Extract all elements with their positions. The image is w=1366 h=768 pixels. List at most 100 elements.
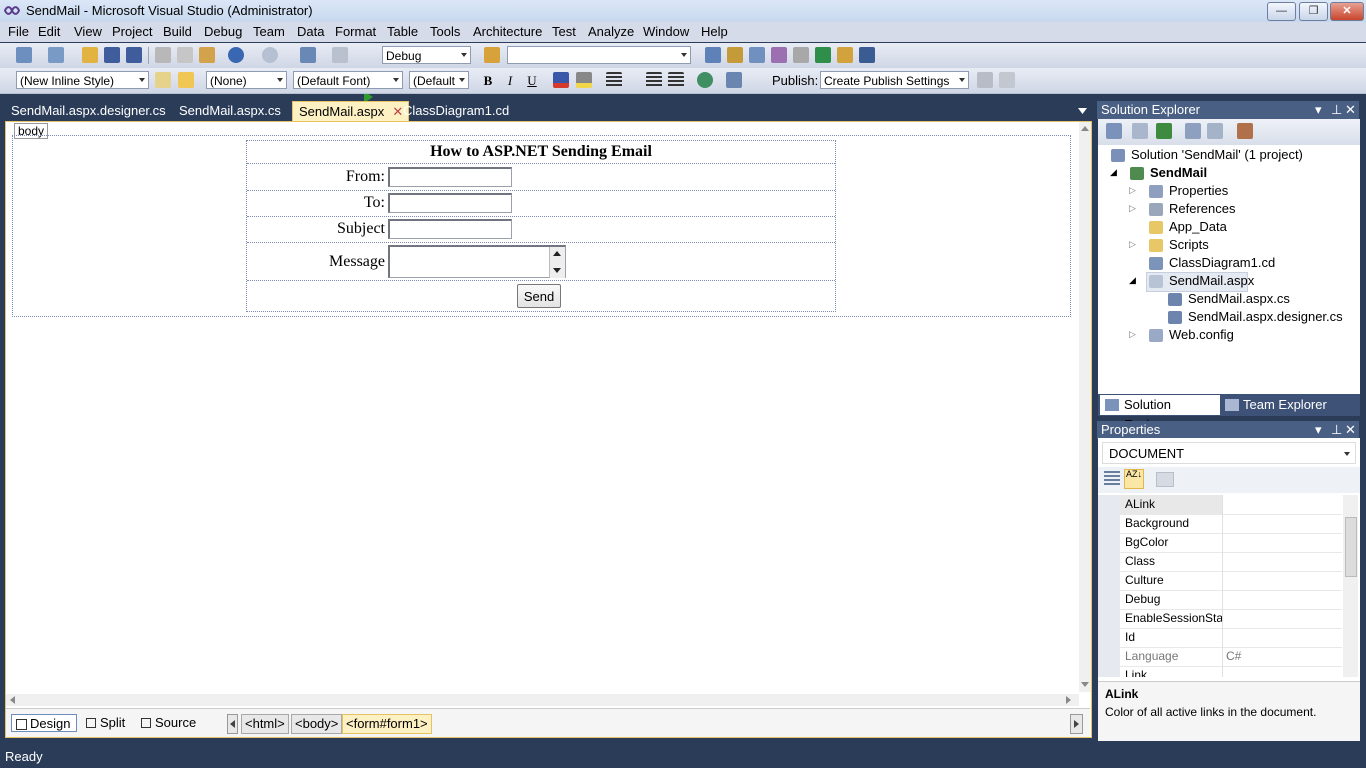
close-panel-icon[interactable]: ✕ <box>1345 101 1356 119</box>
tree-classdiagram[interactable]: ClassDiagram1.cd <box>1169 255 1275 270</box>
minimize-button[interactable]: — <box>1267 2 1296 21</box>
show-all-files-icon[interactable] <box>1132 123 1148 139</box>
pin-icon[interactable]: ⊥ <box>1331 101 1342 119</box>
extension-manager-icon[interactable] <box>793 47 809 63</box>
menu-build[interactable]: Build <box>163 24 192 39</box>
crumb-scroll-left[interactable] <box>227 714 238 734</box>
property-row[interactable]: Id <box>1098 628 1342 648</box>
property-row[interactable]: Link <box>1098 666 1342 677</box>
properties-icon[interactable] <box>1106 123 1122 139</box>
categorized-icon[interactable] <box>1104 471 1120 487</box>
hyperlink-icon[interactable] <box>697 72 713 88</box>
font-color-icon[interactable] <box>553 72 569 88</box>
subject-input[interactable] <box>388 219 512 239</box>
panel-dropdown-icon[interactable]: ▾ <box>1315 101 1322 119</box>
editor-horizontal-scrollbar[interactable] <box>6 694 1079 706</box>
menu-edit[interactable]: Edit <box>38 24 60 39</box>
tab-dropdown-icon[interactable] <box>1078 108 1087 114</box>
tab-classdiagram[interactable]: ClassDiagram1.cd <box>397 101 515 121</box>
menu-table[interactable]: Table <box>387 24 418 39</box>
menu-project[interactable]: Project <box>112 24 152 39</box>
object-selector-combo[interactable]: DOCUMENT <box>1102 442 1356 464</box>
scroll-up-icon[interactable] <box>1081 126 1089 131</box>
tab-team-explorer[interactable]: Team Explorer <box>1222 395 1352 415</box>
menu-window[interactable]: Window <box>643 24 689 39</box>
crumb-html[interactable]: <html> <box>241 714 289 734</box>
tree-app-data[interactable]: App_Data <box>1169 219 1227 234</box>
font-size-combo[interactable]: (Default <box>409 71 469 89</box>
style-application-icon[interactable] <box>155 72 171 88</box>
scroll-left-icon[interactable] <box>10 696 15 704</box>
italic-button[interactable]: I <box>501 72 519 89</box>
property-row[interactable]: Class <box>1098 552 1342 572</box>
tree-properties[interactable]: Properties <box>1169 183 1228 198</box>
tree-aspx-cs[interactable]: SendMail.aspx.cs <box>1188 291 1290 306</box>
properties-window-icon[interactable] <box>727 47 743 63</box>
crumb-scroll-right[interactable] <box>1070 714 1083 734</box>
collapse-icon[interactable]: ◢ <box>1110 167 1117 178</box>
bold-button[interactable]: B <box>479 72 497 89</box>
block-format-combo[interactable]: (None) <box>206 71 287 89</box>
new-project-icon[interactable] <box>16 47 32 63</box>
menu-test[interactable]: Test <box>552 24 576 39</box>
navigate-backward-icon[interactable] <box>300 47 316 63</box>
publish-settings-icon[interactable] <box>999 72 1015 88</box>
paste-icon[interactable] <box>199 47 215 63</box>
scroll-thumb[interactable] <box>1345 517 1357 577</box>
textarea-scrollbar[interactable] <box>549 247 565 278</box>
menu-data[interactable]: Data <box>297 24 324 39</box>
tab-designer-cs[interactable]: SendMail.aspx.designer.cs <box>5 101 172 121</box>
to-input[interactable] <box>388 193 512 213</box>
send-button[interactable]: Send <box>517 284 561 308</box>
start-page-icon[interactable] <box>815 47 831 63</box>
tab-aspx-cs[interactable]: SendMail.aspx.cs <box>173 101 287 121</box>
tab-solution-explorer[interactable]: Solution Explorer <box>1100 395 1220 432</box>
collapse-icon[interactable]: ◢ <box>1129 275 1136 286</box>
tree-designer-cs[interactable]: SendMail.aspx.designer.cs <box>1188 309 1343 324</box>
refresh-icon[interactable] <box>1156 123 1172 139</box>
find-in-files-icon[interactable] <box>484 47 500 63</box>
tree-solution[interactable]: Solution 'SendMail' (1 project) <box>1131 147 1303 162</box>
maximize-button[interactable]: ❐ <box>1299 2 1328 21</box>
menu-team[interactable]: Team <box>253 24 285 39</box>
tree-project[interactable]: SendMail <box>1150 165 1207 180</box>
source-view-button[interactable]: Source <box>137 714 202 732</box>
column-divider[interactable] <box>1222 495 1223 677</box>
scroll-down-icon[interactable] <box>553 268 561 273</box>
open-file-icon[interactable] <box>82 47 98 63</box>
property-row[interactable]: BgColor <box>1098 533 1342 553</box>
solution-explorer-icon[interactable] <box>705 47 721 63</box>
scroll-up-icon[interactable] <box>553 251 561 256</box>
publish-web-button-icon[interactable] <box>977 72 993 88</box>
toolbox-icon[interactable] <box>771 47 787 63</box>
scroll-right-icon[interactable] <box>1066 696 1071 704</box>
menu-architecture[interactable]: Architecture <box>473 24 542 39</box>
cut-icon[interactable] <box>155 47 171 63</box>
menu-view[interactable]: View <box>74 24 102 39</box>
expand-icon[interactable]: ▷ <box>1129 203 1136 214</box>
design-view-button[interactable]: Design <box>11 714 77 732</box>
property-grid-scrollbar[interactable] <box>1343 495 1358 677</box>
add-item-icon[interactable] <box>48 47 64 63</box>
object-browser-icon[interactable] <box>749 47 765 63</box>
undo-icon[interactable] <box>228 47 244 63</box>
property-row[interactable]: Debug <box>1098 590 1342 610</box>
target-rule-icon[interactable] <box>178 72 194 88</box>
crumb-body[interactable]: <body> <box>291 714 343 734</box>
close-button[interactable]: ✕ <box>1330 2 1364 21</box>
menu-tools[interactable]: Tools <box>430 24 460 39</box>
save-all-icon[interactable] <box>126 47 142 63</box>
editor-vertical-scrollbar[interactable] <box>1079 122 1091 692</box>
message-textarea[interactable] <box>388 245 566 278</box>
menu-analyze[interactable]: Analyze <box>588 24 634 39</box>
scroll-down-icon[interactable] <box>1081 682 1089 687</box>
menu-help[interactable]: Help <box>701 24 728 39</box>
command-window-icon[interactable] <box>859 47 875 63</box>
view-designer-icon[interactable] <box>1207 123 1223 139</box>
team-explorer-icon[interactable] <box>837 47 853 63</box>
navigate-forward-icon[interactable] <box>332 47 348 63</box>
tree-sendmail-aspx[interactable]: SendMail.aspx <box>1169 273 1254 288</box>
split-view-button[interactable]: Split <box>82 714 131 732</box>
aspnet-config-icon[interactable] <box>1237 123 1253 139</box>
pin-icon[interactable]: ⊥ <box>1331 421 1342 439</box>
